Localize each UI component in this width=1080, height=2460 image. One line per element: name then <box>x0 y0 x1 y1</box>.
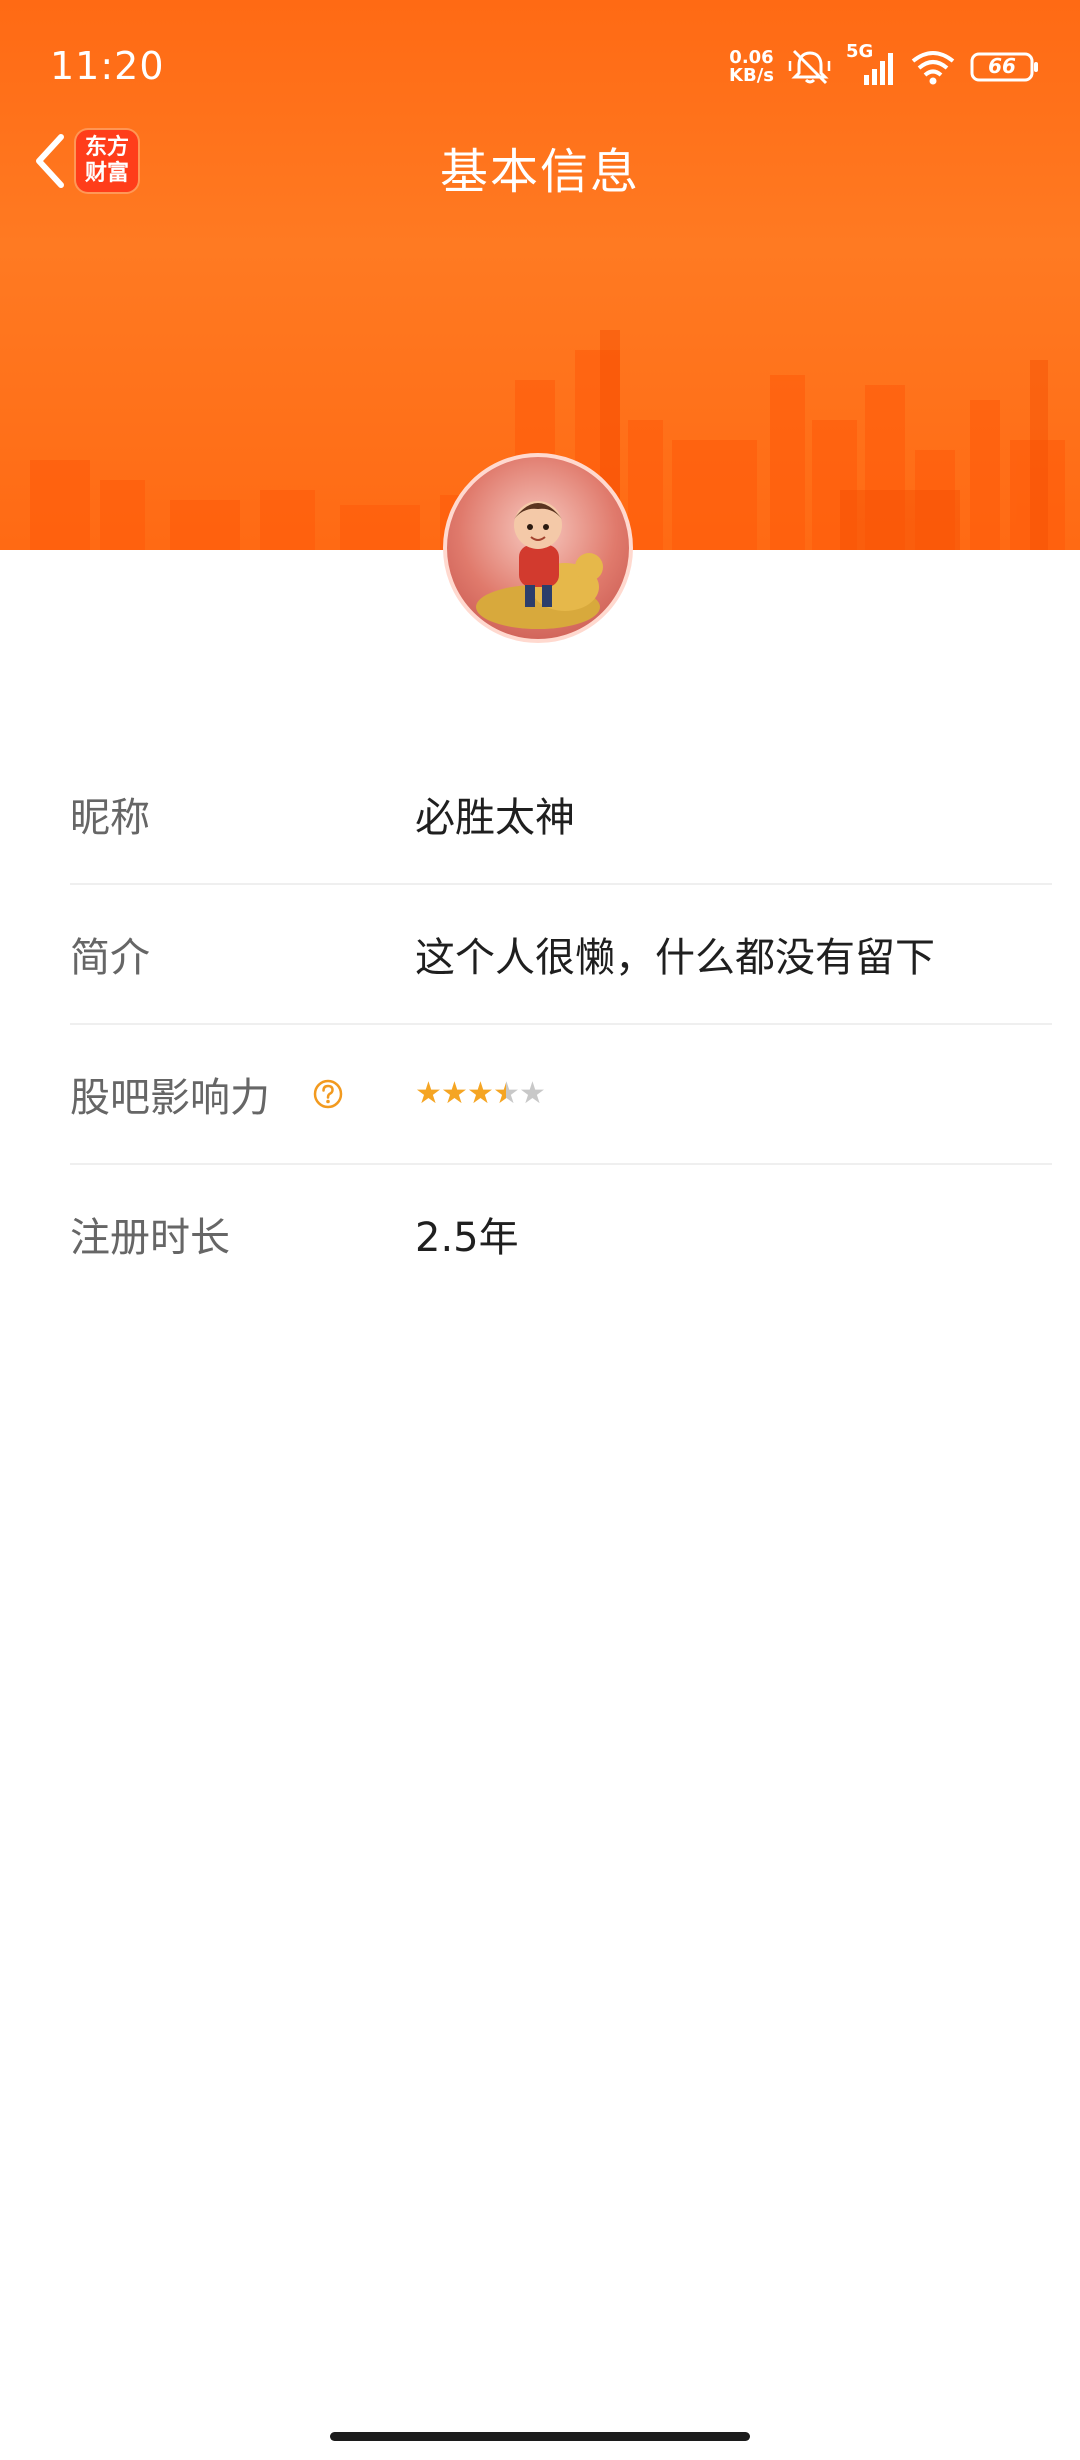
rating-star-icon: ★ <box>493 1076 520 1111</box>
network-speed-unit: KB/s <box>729 65 774 86</box>
page-title: 基本信息 <box>439 144 640 200</box>
registration-label: 注册时长 <box>70 1215 230 1261</box>
influence-label-group: 股吧影响力 <box>70 1065 344 1123</box>
info-row-nickname: 昵称 必胜太神 <box>70 745 1052 885</box>
battery-icon: 66 <box>970 51 1040 83</box>
influence-label: 股吧影响力 <box>70 1075 270 1121</box>
info-row-registration: 注册时长 2.5年 <box>70 1165 1052 1303</box>
help-question-icon[interactable] <box>312 1078 344 1110</box>
bio-label: 简介 <box>70 935 150 981</box>
rating-star-icon: ★ <box>415 1076 442 1111</box>
nickname-value: 必胜太神 <box>415 795 575 841</box>
status-bar: 11:20 0.06 KB/s 5G 66 <box>0 0 1080 130</box>
status-icons: 0.06 KB/s 5G 66 <box>729 41 1040 88</box>
bio-value: 这个人很懒，什么都没有留下 <box>415 935 935 981</box>
avatar-image <box>476 501 603 629</box>
rating-star-icon: ★ <box>519 1076 546 1111</box>
title-bar: 东方 财富 基本信息 <box>0 120 1080 202</box>
battery-level: 66 <box>988 54 1016 78</box>
wifi-icon <box>910 49 956 85</box>
info-row-influence: 股吧影响力 ★ ★ ★ ★ ★ <box>70 1025 1052 1165</box>
influence-star-rating: ★ ★ ★ ★ ★ <box>415 1076 546 1111</box>
cellular-signal-icon: 5G <box>846 41 896 87</box>
mute-bell-icon <box>788 47 832 87</box>
rating-star-icon: ★ <box>467 1076 494 1111</box>
registration-value: 2.5年 <box>415 1215 519 1261</box>
status-time: 11:20 <box>50 44 165 88</box>
profile-info-list: 昵称 必胜太神 简介 这个人很懒，什么都没有留下 股吧影响力 ★ ★ ★ ★ ★ 注册时… <box>70 745 1052 1303</box>
info-row-bio: 简介 这个人很懒，什么都没有留下 <box>70 885 1052 1025</box>
network-type-label: 5G <box>846 41 874 62</box>
nickname-label: 昵称 <box>70 795 150 841</box>
home-indicator[interactable] <box>330 2432 750 2441</box>
network-speed: 0.06 KB/s <box>729 49 774 85</box>
rating-star-icon: ★ <box>441 1076 468 1111</box>
avatar[interactable] <box>443 453 633 643</box>
